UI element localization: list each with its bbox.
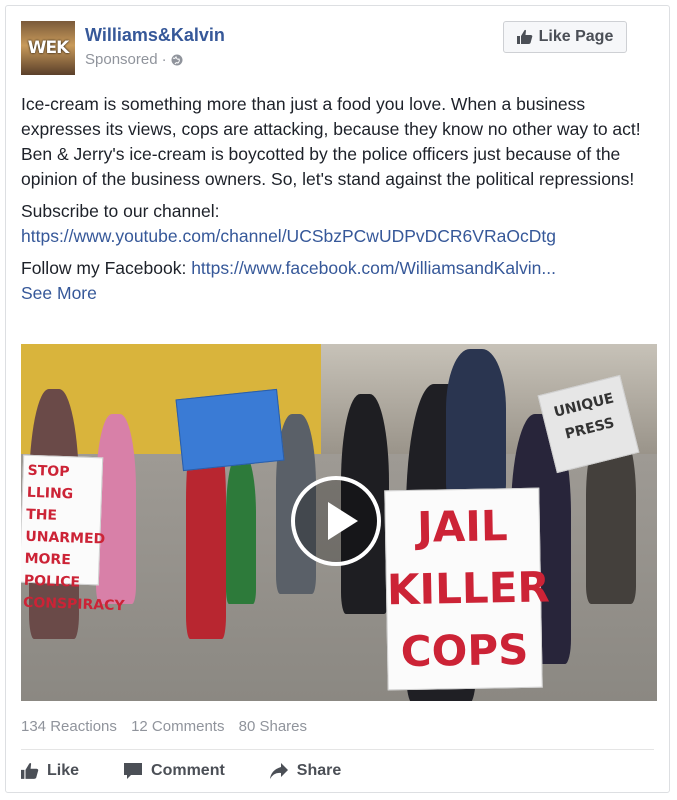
youtube-link[interactable]: https://www.youtube.com/channel/UCSbzPCw… xyxy=(21,226,556,246)
sponsored-label[interactable]: Sponsored xyxy=(85,51,158,68)
comment-icon xyxy=(124,763,143,779)
share-arrow-icon xyxy=(269,763,288,779)
comment-button[interactable]: Comment xyxy=(123,762,225,780)
page-name-link[interactable]: Williams&Kalvin xyxy=(85,25,225,46)
like-button[interactable]: Like xyxy=(21,762,79,780)
comments-count[interactable]: 12 Comments xyxy=(131,718,224,735)
like-thumb-icon xyxy=(516,29,532,44)
reactions-count[interactable]: 134 Reactions xyxy=(21,718,117,735)
like-page-label: Like Page xyxy=(538,28,614,45)
page-avatar[interactable]: WEK xyxy=(21,21,75,75)
actions-divider xyxy=(21,749,654,750)
follow-block: Follow my Facebook: https://www.facebook… xyxy=(21,256,661,306)
sign-stop-killing: STOP LLING THE UNARMED MORE POLICE CONSP… xyxy=(21,454,125,614)
avatar-logo-text: WEK xyxy=(27,38,70,58)
follow-label: Follow my Facebook: xyxy=(21,258,192,278)
sign-blue xyxy=(175,388,285,472)
protester-figure xyxy=(226,454,256,604)
protester-figure xyxy=(446,349,506,499)
see-more-link[interactable]: See More xyxy=(21,283,97,303)
action-bar: Like Comment Share xyxy=(21,756,385,786)
share-label: Share xyxy=(296,762,342,779)
facebook-link[interactable]: https://www.facebook.com/WilliamsandKalv… xyxy=(191,258,556,278)
globe-icon xyxy=(171,54,183,65)
protester-figure xyxy=(96,414,136,604)
like-page-button[interactable]: Like Page xyxy=(503,21,627,53)
post-header: WEK Williams&Kalvin Sponsored · Like Pag… xyxy=(21,21,654,77)
sign-jail-killer-cops: JAIL KILLER COPS xyxy=(384,487,550,691)
comment-label: Comment xyxy=(151,762,225,779)
post-paragraph: Ice-cream is something more than just a … xyxy=(21,94,641,189)
like-thumb-icon xyxy=(21,762,39,779)
play-icon[interactable] xyxy=(291,476,381,566)
video-thumbnail[interactable]: STOP LLING THE UNARMED MORE POLICE CONSP… xyxy=(21,344,657,701)
subscribe-label: Subscribe to our channel: xyxy=(21,201,220,221)
shares-count[interactable]: 80 Shares xyxy=(239,718,307,735)
post-body: Ice-cream is something more than just a … xyxy=(21,92,661,313)
like-label: Like xyxy=(47,762,80,779)
sponsored-meta: Sponsored · xyxy=(85,51,183,68)
sponsored-separator: · xyxy=(161,51,167,68)
engagement-stats: 134 Reactions 12 Comments 80 Shares xyxy=(21,718,317,735)
sponsored-post-card: WEK Williams&Kalvin Sponsored · Like Pag… xyxy=(5,5,670,793)
share-button[interactable]: Share xyxy=(269,762,341,780)
subscribe-block: Subscribe to our channel: https://www.yo… xyxy=(21,199,661,249)
